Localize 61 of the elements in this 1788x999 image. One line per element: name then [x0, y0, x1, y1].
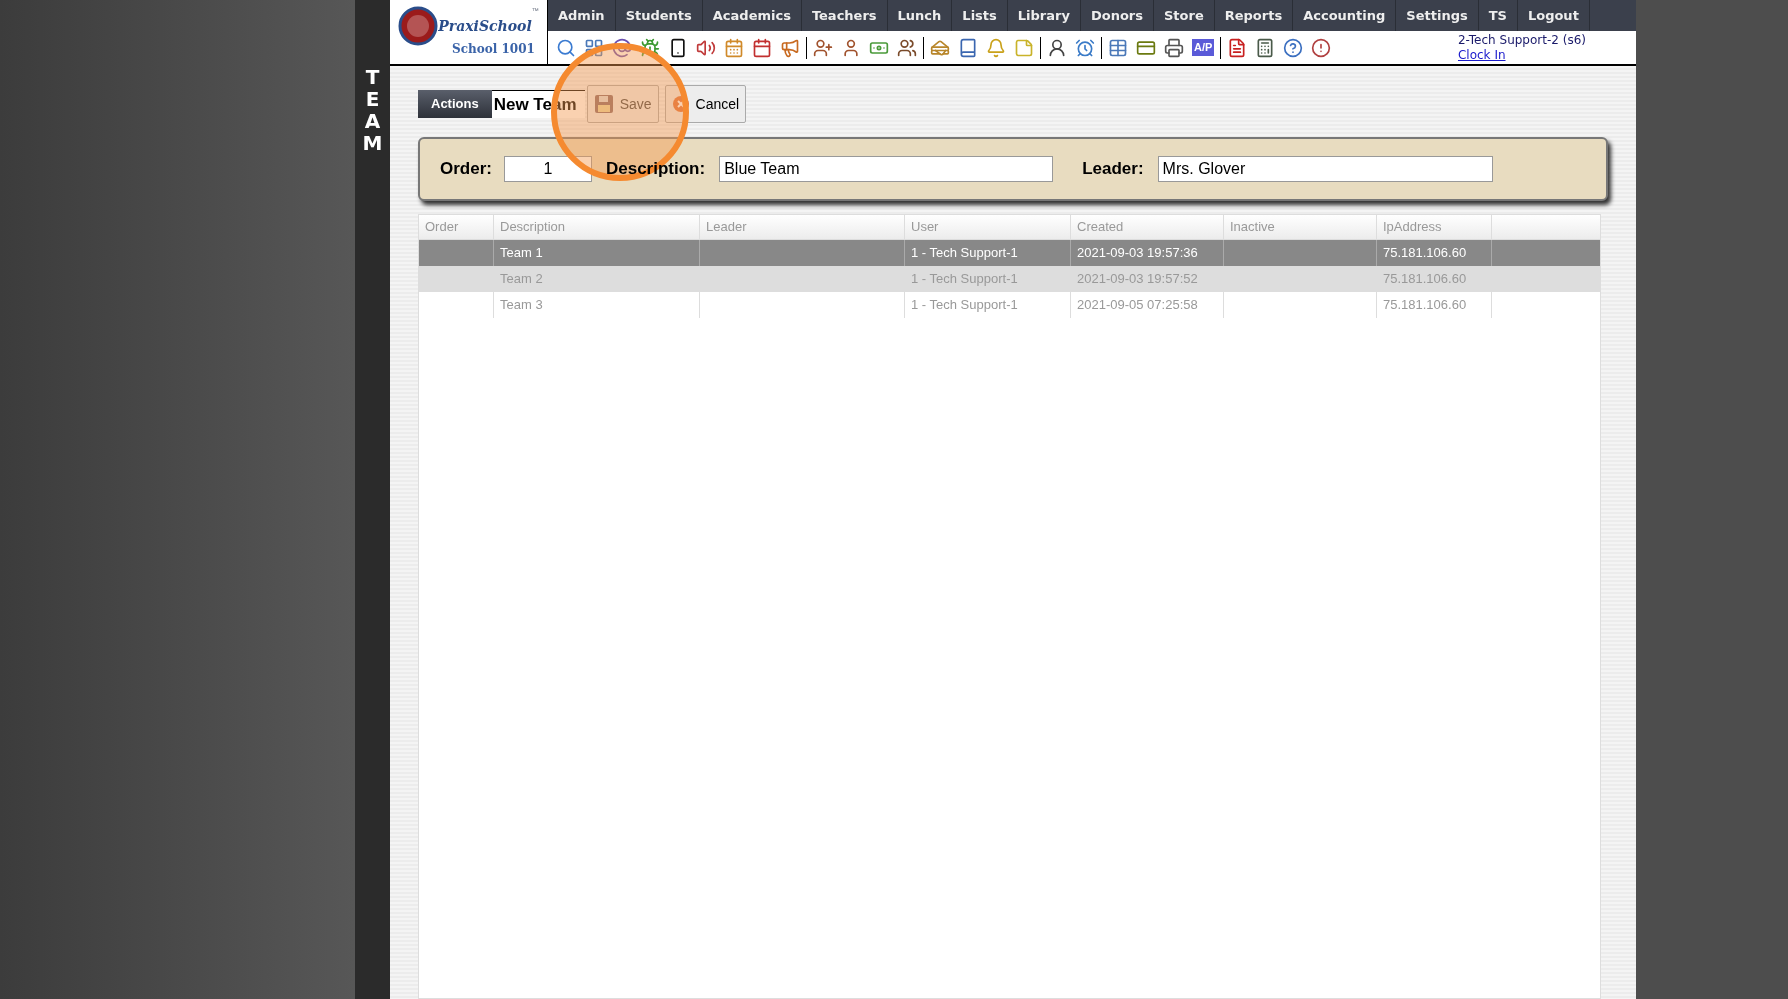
- people-icon[interactable]: [897, 37, 917, 58]
- leader-label: Leader:: [1082, 158, 1144, 181]
- alert-icon[interactable]: [1311, 37, 1332, 58]
- person-add-icon[interactable]: [813, 37, 833, 58]
- ap-icon[interactable]: A/P: [1192, 39, 1215, 56]
- nav-menu-item[interactable]: Admin: [548, 0, 616, 31]
- cancel-button[interactable]: Cancel: [664, 85, 747, 123]
- user-name: 2-Tech Support-2 (s6): [1457, 32, 1586, 48]
- nav-menu-item[interactable]: Accounting: [1293, 0, 1397, 31]
- person-icon[interactable]: [1047, 37, 1067, 58]
- description-field[interactable]: Blue Team: [719, 156, 1054, 182]
- calendar-icon[interactable]: [752, 37, 772, 58]
- close-icon: [671, 95, 690, 113]
- nav-menu-item[interactable]: Lists: [952, 0, 1008, 31]
- table-cell-text: 2021-09-03 19:57:36: [1077, 244, 1198, 263]
- calendar-icon[interactable]: [724, 37, 744, 58]
- nav-menu-item[interactable]: TS: [1478, 0, 1518, 31]
- page-title: TEAM: [362, 66, 383, 157]
- help-icon[interactable]: [1283, 37, 1304, 58]
- description-label: Description:: [605, 158, 706, 181]
- phone-icon[interactable]: [668, 37, 688, 58]
- order-field[interactable]: 1: [503, 156, 592, 182]
- alarm-clock-icon[interactable]: [1075, 37, 1095, 58]
- clock-in-link[interactable]: Clock In: [1457, 47, 1586, 63]
- megaphone-icon[interactable]: [780, 37, 800, 58]
- nav-menu-item[interactable]: Donors: [1080, 0, 1154, 31]
- table-cell-text: Team 2: [500, 270, 543, 289]
- table-cell-text: 2021-09-05 07:25:58: [1077, 296, 1198, 315]
- actions-tab[interactable]: Actions: [418, 90, 492, 118]
- creature-icon[interactable]: [640, 37, 660, 58]
- nav-menu-item[interactable]: Store: [1153, 0, 1215, 31]
- table-cell-text: 2021-09-03 19:57:52: [1077, 270, 1198, 289]
- table-cell-text: 75.181.106.60: [1383, 296, 1467, 315]
- table-row[interactable]: Team 1 1 - Tech Support-1 2021-09-03 19:57:36 75.181.106.60: [419, 240, 1600, 266]
- table-cell-text: 1 - Tech Support-1: [911, 270, 1018, 289]
- search-icon[interactable]: [556, 37, 576, 58]
- table-cell-text: 75.181.106.60: [1383, 244, 1467, 263]
- nav-menu-item[interactable]: Settings: [1396, 0, 1479, 31]
- nav-menu-item[interactable]: Logout: [1517, 0, 1590, 31]
- nav-menu-item[interactable]: Students: [615, 0, 703, 31]
- printer-icon[interactable]: [1164, 37, 1184, 58]
- at-sign-icon[interactable]: [612, 37, 632, 58]
- logo-icon: [398, 6, 439, 46]
- table-cell-text: Team 3: [500, 296, 543, 315]
- nav-menu-item[interactable]: Academics: [702, 0, 802, 31]
- table-cell-text: Team 1: [500, 244, 543, 263]
- person-icon[interactable]: [841, 37, 861, 58]
- table-icon[interactable]: [1108, 37, 1128, 58]
- nav-menu-item[interactable]: Lunch: [887, 0, 953, 31]
- nav-menu-item[interactable]: Reports: [1214, 0, 1294, 31]
- grid-icon[interactable]: [584, 37, 604, 58]
- nav-menu-item[interactable]: Library: [1007, 0, 1081, 31]
- leader-field[interactable]: Mrs. Glover: [1157, 156, 1493, 182]
- book-icon[interactable]: [958, 37, 978, 58]
- pdf-icon[interactable]: [1227, 37, 1248, 58]
- speaker-icon[interactable]: [696, 37, 716, 58]
- order-label: Order:: [440, 158, 492, 181]
- table-cell-text: 1 - Tech Support-1: [911, 244, 1018, 263]
- table-cell-text: 75.181.106.60: [1383, 270, 1467, 289]
- table-cell-text: 1 - Tech Support-1: [911, 296, 1018, 315]
- nav-menu-item[interactable]: Teachers: [801, 0, 888, 31]
